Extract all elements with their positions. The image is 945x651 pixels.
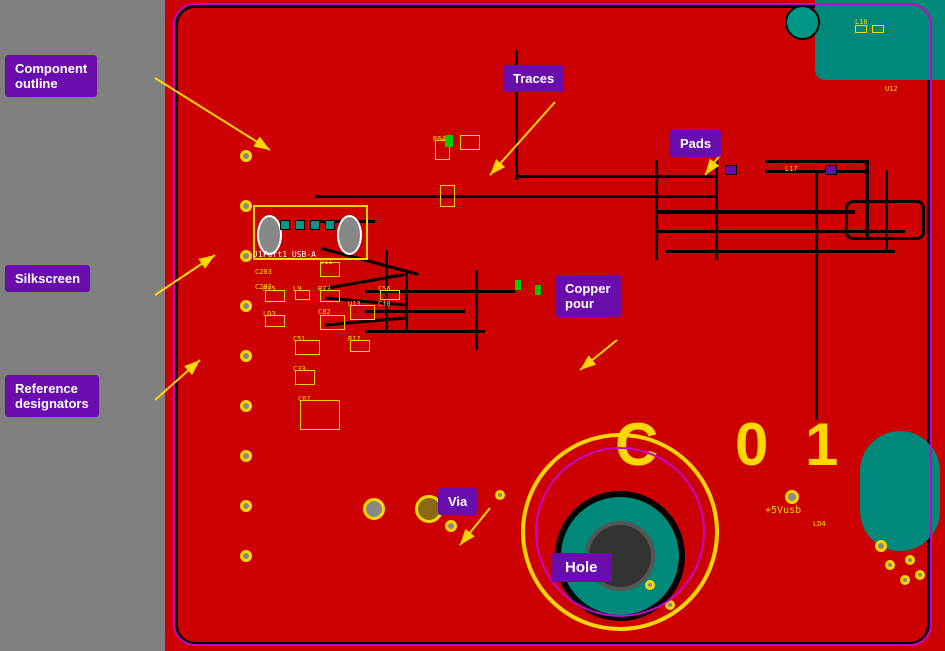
hole-ring-magenta <box>535 447 705 617</box>
left-sidebar <box>0 0 165 651</box>
pcb-canvas: C 0 1 <box>0 0 945 651</box>
annotation-via: Via <box>438 488 477 515</box>
annotation-copper-pour: Copper pour <box>555 275 621 317</box>
annotation-traces: Traces <box>503 65 564 92</box>
ref-ld4: LD4 <box>813 520 826 528</box>
annotation-component-outline: Component outline <box>5 55 97 97</box>
annotation-silkscreen: Silkscreen <box>5 265 90 292</box>
annotation-hole: Hole <box>551 553 612 582</box>
annotation-reference-designators: Reference designators <box>5 375 99 417</box>
annotation-pads: Pads <box>670 130 721 157</box>
